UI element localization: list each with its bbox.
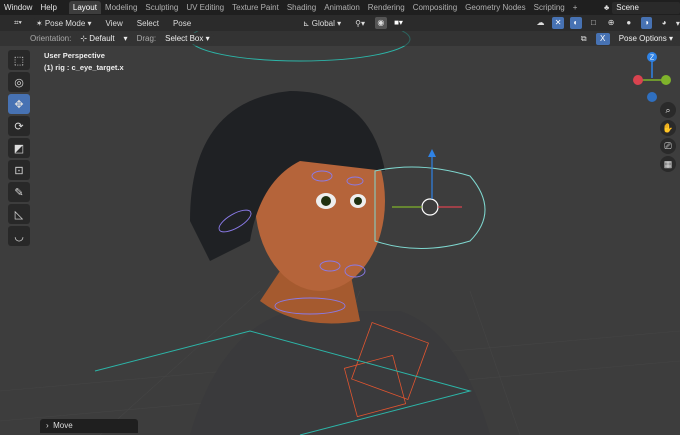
viewport-header: ⌗▾ ✶ Pose Mode ▾ View Select Pose ⊾ Glob…: [0, 15, 680, 31]
camera-icon[interactable]: ⎚: [660, 138, 676, 154]
drag-dropdown[interactable]: Select Box ▾: [161, 33, 214, 44]
scale-icon: ◩: [13, 142, 25, 155]
shirt: [190, 311, 490, 435]
tab-geometry-nodes[interactable]: Geometry Nodes: [461, 1, 529, 14]
nav-y-axis[interactable]: [661, 75, 671, 85]
iris-right: [354, 197, 362, 205]
color-swatch[interactable]: ■▾: [393, 17, 405, 29]
tab-sculpting[interactable]: Sculpting: [141, 1, 182, 14]
3d-viewport[interactable]: [0, 31, 680, 435]
menu-pose[interactable]: Pose: [169, 18, 195, 29]
scale-tool[interactable]: ◩: [8, 138, 30, 158]
shading-wireframe-icon[interactable]: ⊕: [605, 17, 617, 29]
gizmo-toggle-icon[interactable]: ✕: [552, 17, 564, 29]
move-gizmo-center[interactable]: [421, 198, 439, 216]
tab-animation[interactable]: Animation: [320, 1, 364, 14]
pan-hand-icon[interactable]: ✋: [660, 120, 676, 136]
last-operator-panel[interactable]: › Move: [40, 419, 138, 433]
eye-target-control[interactable]: [374, 166, 486, 249]
editor-type-icon[interactable]: ⌗▾: [10, 17, 26, 29]
measure-icon: ◺: [14, 208, 24, 221]
tab-modeling[interactable]: Modeling: [101, 1, 141, 14]
select-box-tool[interactable]: ⬚: [8, 50, 30, 70]
nav-z-label: Z: [650, 55, 655, 62]
move-tool[interactable]: ✥: [8, 94, 30, 114]
rotate-tool[interactable]: ⟳: [8, 116, 30, 136]
scene-name-field[interactable]: Scene: [612, 1, 680, 14]
tab-compositing[interactable]: Compositing: [409, 1, 461, 14]
mirror-icon: ⧉: [580, 33, 587, 43]
pivot-icon[interactable]: ⚲▾: [351, 18, 369, 29]
transform-tool[interactable]: ⊡: [8, 160, 30, 180]
menu-select[interactable]: Select: [133, 18, 163, 29]
shading-material-icon[interactable]: ◑: [640, 17, 653, 29]
mode-dropdown[interactable]: ✶ Pose Mode ▾: [31, 17, 96, 29]
tool-shelf: ⬚ ◎ ✥ ⟳ ◩ ⊡ ✎ ◺ ◡: [8, 50, 32, 248]
tab-scripting[interactable]: Scripting: [530, 1, 569, 14]
add-workspace-button[interactable]: +: [569, 1, 582, 14]
annotate-icon: ✎: [14, 186, 24, 199]
transform-orientation-dropdown[interactable]: ⊾ Global ▾: [299, 18, 345, 29]
orientation-default-icon: ⊹: [80, 34, 90, 43]
orientation-dropdown[interactable]: ⊹ Default ▾: [76, 33, 132, 44]
active-object-label: (1) rig : c_eye_target.x: [44, 63, 124, 72]
orientation-label: Orientation:: [30, 34, 72, 43]
shading-options-icon[interactable]: ▾: [676, 19, 680, 28]
iris-left: [321, 196, 331, 206]
tab-layout[interactable]: Layout: [68, 1, 101, 14]
cursor-icon: ◎: [14, 76, 24, 89]
annotate-tool[interactable]: ✎: [8, 182, 30, 202]
snap-icon[interactable]: ◉: [375, 17, 387, 29]
zoom-icon[interactable]: ⌕: [660, 102, 676, 118]
overlay-toggle-icon[interactable]: ◐: [569, 17, 582, 29]
xray-icon[interactable]: □: [588, 17, 600, 29]
scene-selector[interactable]: ♣ Scene: [604, 1, 680, 14]
orientation-icon: ⊾: [302, 18, 312, 28]
tool-settings-bar: Orientation: ⊹ Default ▾ Drag: Select Bo…: [0, 31, 680, 46]
tab-rendering[interactable]: Rendering: [364, 1, 409, 14]
scene-icon: ♣: [604, 3, 610, 12]
cursor-tool[interactable]: ◎: [8, 72, 30, 92]
menu-window[interactable]: Window: [0, 3, 36, 12]
tab-uv-editing[interactable]: UV Editing: [182, 1, 228, 14]
nav-z-neg[interactable]: [647, 92, 657, 102]
pose-icon: ✶: [35, 18, 45, 28]
perspective-label: User Perspective: [44, 51, 105, 60]
visibility-icon[interactable]: ☁: [535, 17, 547, 29]
tab-shading[interactable]: Shading: [283, 1, 320, 14]
shading-rendered-icon[interactable]: ◕: [658, 17, 670, 29]
menu-help[interactable]: Help: [36, 3, 60, 12]
curve-icon: ◡: [14, 230, 24, 243]
move-icon: ✥: [14, 98, 24, 111]
navigation-gizmo[interactable]: Z: [628, 48, 678, 104]
mirror-x-toggle[interactable]: X: [595, 32, 610, 45]
menu-view[interactable]: View: [102, 18, 127, 29]
relax-tool[interactable]: ◡: [8, 226, 30, 246]
rotate-icon: ⟳: [14, 120, 24, 133]
gizmo-z-arrow: [428, 149, 436, 157]
ortho-grid-icon[interactable]: ▦: [660, 156, 676, 172]
shading-solid-icon[interactable]: ●: [623, 17, 635, 29]
viewport-info: User Perspective (1) rig : c_eye_target.…: [44, 50, 124, 74]
nav-x-neg[interactable]: [633, 75, 643, 85]
drag-label: Drag:: [136, 34, 157, 43]
pose-options-dropdown[interactable]: Pose Options ▾: [614, 33, 677, 44]
top-bar: Window Help Layout Modeling Sculpting UV…: [0, 0, 680, 15]
transform-icon: ⊡: [14, 164, 24, 177]
tab-texture-paint[interactable]: Texture Paint: [228, 1, 283, 14]
select-box-icon: ⬚: [13, 54, 25, 67]
measure-tool[interactable]: ◺: [8, 204, 30, 224]
